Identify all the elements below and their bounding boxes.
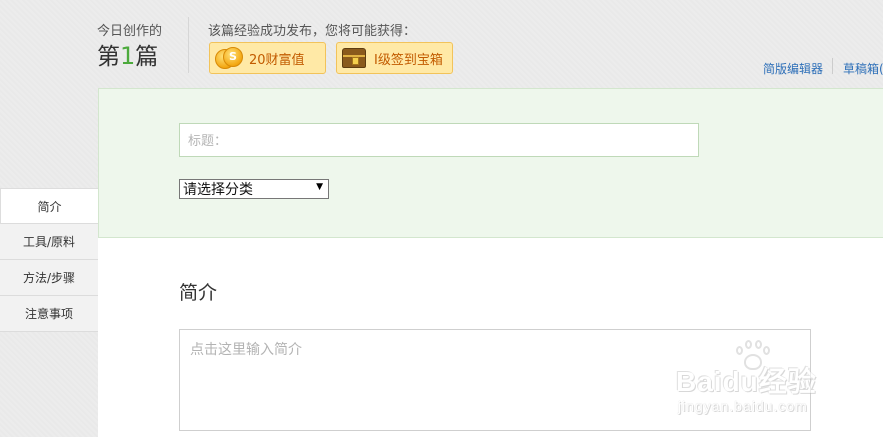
category-select[interactable]: 请选择分类 ▼	[179, 179, 329, 199]
chest-reward-badge: I级签到宝箱	[336, 42, 453, 74]
watermark-url: jingyan.baidu.com	[678, 398, 808, 414]
wealth-label: 财富值	[265, 52, 305, 68]
count-number: 1	[120, 42, 136, 70]
header-divider	[188, 17, 189, 73]
article-count: 第1篇	[97, 40, 158, 73]
title-category-panel	[98, 88, 883, 238]
editor-page: 今日创作的 第1篇 该篇经验成功发布，您将可能获得： S 20财富值 I级签到宝…	[0, 0, 883, 437]
nav-item-notes[interactable]: 注意事项	[0, 296, 98, 332]
category-selected-value: 请选择分类	[183, 182, 253, 198]
drafts-link[interactable]: 草稿箱(	[843, 60, 883, 77]
title-input[interactable]	[179, 123, 699, 157]
nav-item-steps[interactable]: 方法/步骤	[0, 260, 98, 296]
link-separator	[832, 58, 833, 74]
today-created-label: 今日创作的	[97, 24, 163, 39]
wealth-reward-badge: S 20财富值	[209, 42, 326, 74]
nav-item-tools[interactable]: 工具/原料	[0, 224, 98, 260]
chest-level: I级	[374, 52, 391, 68]
intro-heading: 简介	[179, 282, 218, 304]
reward-label: 该篇经验成功发布，您将可能获得：	[208, 24, 417, 39]
chest-label: 签到宝箱	[390, 52, 443, 68]
section-nav: 简介 工具/原料 方法/步骤 注意事项	[0, 188, 98, 332]
count-prefix: 第	[97, 44, 120, 70]
simple-editor-link[interactable]: 简版编辑器	[763, 60, 823, 77]
watermark-logo-text: Baidu经验	[676, 366, 817, 397]
dropdown-arrow-icon: ▼	[316, 182, 323, 192]
treasure-chest-icon	[342, 48, 366, 68]
count-suffix: 篇	[135, 44, 159, 70]
baidu-jingyan-watermark: Baidu经验 jingyan.baidu.com	[676, 340, 846, 420]
wealth-amount: 20	[249, 52, 266, 68]
nav-item-intro[interactable]: 简介	[0, 188, 98, 224]
coin-icon: S	[215, 46, 245, 70]
